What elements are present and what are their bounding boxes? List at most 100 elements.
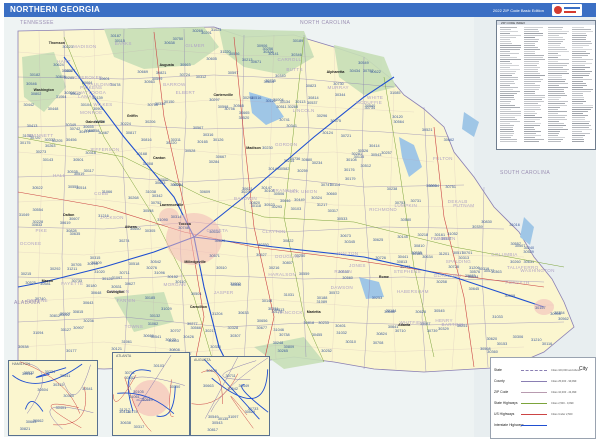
county-label: BALDWIN	[234, 196, 258, 202]
inset-zip-label: 30449	[238, 384, 250, 389]
index-entry	[548, 63, 569, 64]
index-entry	[500, 73, 515, 74]
index-entry	[500, 61, 510, 62]
zip-label: 30625	[372, 238, 384, 243]
zip-label: 30627	[124, 282, 136, 287]
index-entry	[548, 141, 561, 142]
inset-zip-label: 30601	[124, 376, 136, 381]
zip-label: 30671	[250, 59, 262, 64]
state-label: SOUTH CAROLINA	[500, 170, 551, 176]
zip-label: 30516	[250, 96, 262, 101]
zip-label: 30449	[294, 197, 305, 202]
inset-zip-label: 31061	[129, 395, 140, 400]
zip-label: 30222	[59, 312, 70, 317]
index-entry	[548, 113, 558, 114]
zip-label: 30238	[386, 186, 398, 191]
zip-label: 30523	[264, 203, 275, 208]
inset-map-atlanta[interactable]: ATLANTA 31061 30103 30711 30601 31217 30317 30…	[112, 352, 190, 436]
county-label: FAYETTE	[61, 281, 84, 287]
index-entry	[500, 121, 520, 122]
zip-label: 31033	[492, 315, 503, 320]
zip-label: 31046	[273, 328, 284, 333]
index-entry	[524, 137, 535, 138]
index-entry	[572, 51, 586, 52]
index-entry	[524, 41, 538, 42]
zip-label: 30252	[321, 348, 332, 353]
zip-label: 30525	[25, 281, 36, 286]
index-entry	[572, 39, 586, 40]
index-entry	[572, 123, 589, 124]
inset-zip-label: 30414	[119, 409, 130, 414]
index-entry	[524, 77, 540, 78]
index-entry	[500, 113, 521, 114]
index-entry	[524, 87, 540, 88]
zip-label: 30292	[49, 266, 61, 271]
index-entry	[572, 59, 593, 60]
inset-zip-label: 30360	[63, 393, 74, 398]
county-label: HABERSHAM	[396, 289, 429, 295]
index-entry	[524, 29, 538, 30]
zip-label: 30824	[376, 331, 387, 336]
zip-label: 30582	[278, 167, 290, 172]
county-label: PAULDING	[87, 81, 113, 87]
index-column	[548, 27, 571, 145]
inset-zip-label: 30135	[217, 416, 229, 421]
index-entry	[524, 39, 539, 40]
zip-label: 30234	[311, 161, 323, 166]
index-entry	[500, 43, 512, 44]
index-entry	[524, 105, 541, 106]
brand-logo-icon	[552, 4, 582, 16]
index-entry	[548, 87, 568, 88]
zip-label: 31085	[389, 90, 401, 95]
inset-map-augusta[interactable]: AUGUSTA 30449 30529 30711 30609 30543 30817 30…	[190, 356, 270, 436]
inset-zip-label: 30522	[23, 371, 35, 376]
legend-swatch	[521, 392, 547, 393]
inset-map-hamilton[interactable]: HAMILTON 30401 30504 30641 30541 30360 30662 3…	[8, 360, 98, 436]
zip-label: 30665	[238, 111, 250, 116]
zip-label: 30810	[413, 244, 425, 249]
county-label: ELBERT	[175, 89, 196, 95]
zip-label: 30564	[393, 119, 404, 124]
index-entry	[572, 87, 583, 88]
zip-label: 30180	[86, 283, 97, 288]
county-label: WILKES	[93, 101, 113, 107]
county-label: PUTNAM	[453, 203, 475, 209]
zip-label: 30253	[371, 295, 383, 300]
index-entry	[548, 135, 558, 136]
index-entry	[524, 117, 542, 118]
index-entry	[500, 93, 517, 94]
zip-label: 30533	[336, 216, 348, 221]
index-entry	[572, 55, 588, 56]
inset-zip-label: 30103	[153, 364, 165, 369]
county-label: COLUMBIA	[491, 252, 518, 258]
county-label: MCDUFFIE	[355, 99, 383, 105]
inset-zip-label: 30542	[227, 386, 238, 391]
zip-label: 30306	[512, 334, 524, 339]
index-entry	[500, 59, 521, 60]
index-entry	[548, 89, 564, 90]
zip-label: 30360	[487, 350, 498, 355]
index-entry	[500, 81, 514, 82]
index-entry	[548, 93, 565, 94]
zip-label: 30750	[172, 37, 184, 42]
zip-label: 30124	[322, 131, 333, 136]
index-entry	[524, 113, 537, 114]
inset-zip-label: 30663	[25, 420, 37, 425]
city-label: Cartersville	[213, 92, 234, 97]
county-label: MONROE	[80, 110, 103, 116]
index-entry	[572, 131, 582, 132]
inset-title: ATLANTA	[116, 354, 132, 358]
index-entry	[548, 49, 567, 50]
zip-label: 30634	[422, 254, 433, 259]
index-entry	[548, 31, 569, 32]
index-entry	[500, 45, 521, 46]
zip-label: 30555	[411, 250, 422, 255]
index-entry	[524, 123, 541, 124]
zip-label: 30511	[276, 104, 287, 109]
county-label: DAWSON	[330, 284, 353, 290]
index-entry	[524, 141, 539, 142]
zip-label: 30710	[395, 328, 406, 333]
zip-label: 31002	[230, 281, 241, 286]
zip-label: 30560	[342, 276, 353, 281]
index-entry	[500, 41, 511, 42]
